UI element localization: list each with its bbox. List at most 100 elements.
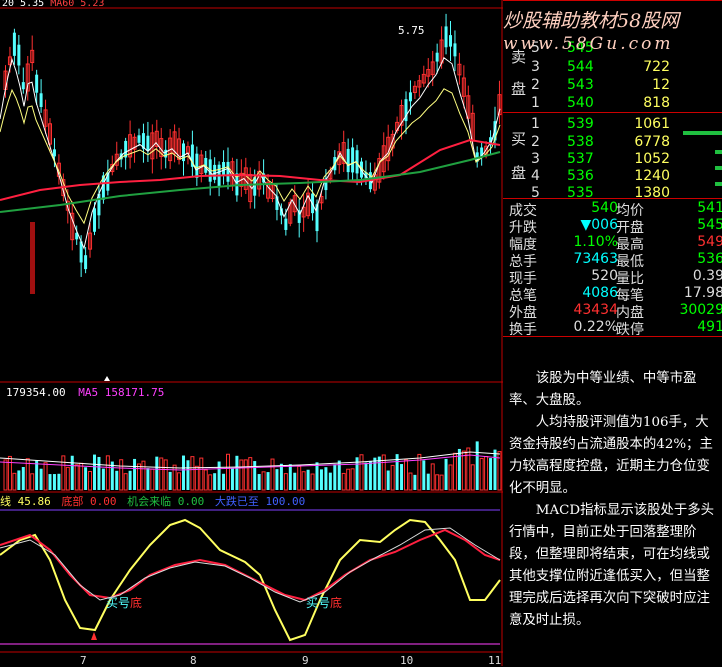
volume-bar-up [270, 458, 275, 491]
volume-bar-down [222, 473, 226, 490]
buy-signal-right-text: 买号 [306, 596, 331, 610]
candle-body-down [284, 218, 288, 230]
volume-bar-down [93, 454, 96, 490]
candle-body-down [21, 82, 25, 90]
stock-analysis-text: 该股为中等业绩、中等市盈率、大盘股。 人均持股评测值为106手，大资金持股约占流… [509, 368, 717, 632]
indicator-daxian-label: 大跌已至 [214, 495, 259, 508]
volume-bar-down [413, 474, 417, 490]
indicator-red-line [0, 528, 501, 602]
watermark-line1: 炒股辅助教材58股网 [503, 10, 680, 32]
candle-body-down [35, 74, 39, 93]
volume-bar-up [61, 455, 66, 491]
volume-bars [0, 441, 502, 491]
volume-bar-down [115, 470, 119, 490]
sell-price: 540 [567, 95, 594, 111]
candle-body-down [137, 135, 141, 143]
volume-bar-down [288, 464, 292, 490]
volume-bar-up [119, 459, 124, 491]
stat-row: 成交 540 均价 541 [503, 200, 722, 219]
cursor-triangle-marker [104, 376, 110, 381]
volume-bar-up [172, 464, 177, 491]
stat-value-1: 43434 [573, 302, 618, 318]
price-indicator-header: 20 5.35 MA60 5.23 [2, 0, 104, 9]
volume-bar-down [328, 472, 332, 490]
volume-bar-down [21, 467, 25, 490]
volume-bar-up [105, 455, 110, 491]
sell-volume: 818 [643, 95, 670, 111]
volume-bar-down [293, 472, 297, 490]
buy-level: 3 [531, 151, 540, 167]
stat-value-2: 549 [697, 234, 722, 250]
volume-bar-up [466, 447, 471, 491]
volume-bar-up [12, 472, 17, 491]
stat-value-2: 491 [697, 319, 722, 335]
volume-bar-down [155, 456, 159, 490]
candle-body-down [12, 32, 16, 56]
date-tick-10: 10 [400, 654, 414, 667]
stat-value-2: 30029 [679, 302, 722, 318]
stat-value-1: 520 [591, 268, 618, 284]
volume-value: 179354.00 [6, 386, 66, 399]
candle-body-down [435, 52, 439, 62]
volume-bar-down [57, 473, 61, 490]
volume-bar-down [364, 462, 368, 490]
date-tick-8: 8 [190, 654, 197, 667]
volume-bar-up [479, 457, 484, 491]
indicator-jihui-label: 机会来临 [127, 495, 172, 508]
volume-bar-up [79, 462, 84, 491]
buy-flow-bar-4 [715, 182, 722, 186]
volume-bar-up [65, 466, 70, 491]
candle-body-down [52, 149, 56, 157]
volume-bar-up [439, 474, 444, 491]
indicator-value4: 100.00 [265, 495, 306, 508]
volume-bar-up [448, 464, 453, 491]
stat-row: 幅度 1.10% 最高 549 [503, 234, 722, 253]
candle-body-down [195, 153, 199, 178]
volume-bar-up [243, 459, 248, 491]
volume-bar-up [3, 459, 8, 491]
sell-level: 2 [531, 77, 540, 93]
sell-volume: 722 [643, 59, 670, 75]
sell-row: 1 540 818 [503, 95, 722, 112]
volume-bar-down [386, 470, 390, 490]
stat-value-1: 540 [591, 200, 618, 216]
buy-row: 3 537 1052 [503, 151, 722, 168]
high-price-marker: 5.75 [398, 24, 425, 37]
volume-bar-up [177, 472, 182, 491]
date-tick-7: 7 [80, 654, 87, 667]
sell-level: 3 [531, 59, 540, 75]
buy-signal-right-red: 底 [330, 596, 343, 610]
candle-body-down [444, 26, 448, 48]
header-prefix: 20 5.35 [2, 0, 45, 9]
candle-body-down [408, 92, 412, 102]
candle-body-down [146, 135, 150, 151]
volume-bar-up [408, 472, 413, 491]
volume-bar-up [208, 474, 213, 491]
analysis-paragraph-1: 该股为中等业绩、中等市盈率、大盘股。 [509, 371, 697, 408]
volume-bar-down [275, 469, 279, 490]
volume-bar-up [199, 457, 204, 491]
kline-chart-area[interactable]: 20 5.35 MA60 5.23 5.75 179354.00 MA5 158… [0, 0, 503, 667]
volume-bar-down [368, 460, 372, 490]
volume-bar-down [235, 455, 239, 490]
kline-chart-svg[interactable] [0, 0, 503, 666]
stat-row: 换手 0.22% 跌停 491 [503, 319, 722, 338]
volume-bar-up [461, 450, 466, 491]
buy-signal-left-red: 底 [130, 596, 143, 610]
volume-bar-up [248, 457, 253, 491]
volume-bar-down [186, 460, 190, 490]
volume-bar-down [48, 474, 52, 490]
volume-bar-up [452, 452, 457, 491]
quote-panel: 盘 5 545 3 544 722 2 543 12 1 540 818 买 盘 1 539 1061 2… [503, 0, 722, 666]
volume-bar-up [74, 464, 79, 491]
volume-bar-down [324, 467, 328, 490]
volume-bar-down [457, 448, 461, 490]
buy-price: 537 [567, 151, 594, 167]
sell-price: 543 [567, 77, 594, 93]
watermark-line2: www.58Gu.com [503, 34, 674, 54]
volume-bar-down [146, 468, 150, 490]
indicator-dibu-label: 底部 [61, 495, 84, 508]
buy-price: 538 [567, 134, 594, 150]
volume-bar-down [253, 461, 257, 490]
volume-bar-up [226, 453, 230, 491]
